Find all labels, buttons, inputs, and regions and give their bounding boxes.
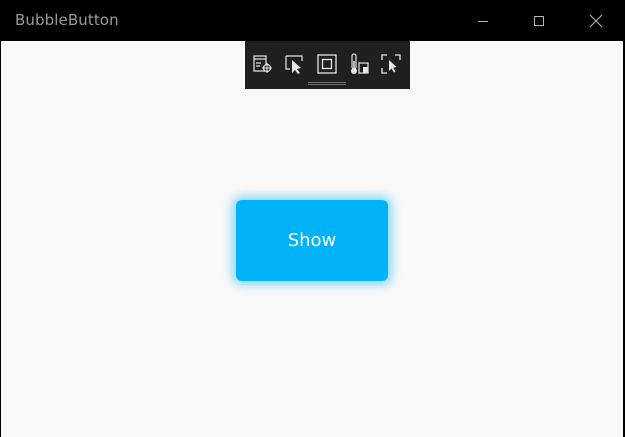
select-element-icon <box>285 55 303 74</box>
maximize-icon <box>534 15 544 26</box>
track-focus-icon <box>351 53 369 74</box>
app-window: BubbleButton Show <box>0 0 625 437</box>
title-bar[interactable]: BubbleButton <box>0 0 625 41</box>
live-visual-tree-icon <box>253 55 272 73</box>
track-focus-button[interactable] <box>347 52 371 76</box>
display-layout-adorners-icon <box>317 54 337 74</box>
live-visual-tree-button[interactable] <box>251 52 275 76</box>
toolbar-collapse-handle[interactable] <box>308 82 346 85</box>
display-ui-selection-button[interactable] <box>379 52 403 76</box>
window-title: BubbleButton <box>15 11 119 29</box>
minimize-button[interactable] <box>460 0 506 41</box>
show-button[interactable]: Show <box>236 200 388 281</box>
maximize-button[interactable] <box>516 0 562 41</box>
display-ui-selection-icon <box>381 54 401 74</box>
select-element-button[interactable] <box>283 52 307 76</box>
debug-toolbar <box>245 41 410 89</box>
minimize-icon <box>478 20 488 22</box>
close-icon <box>589 14 603 27</box>
close-button[interactable] <box>573 0 619 41</box>
display-layout-adorners-button[interactable] <box>315 52 339 76</box>
